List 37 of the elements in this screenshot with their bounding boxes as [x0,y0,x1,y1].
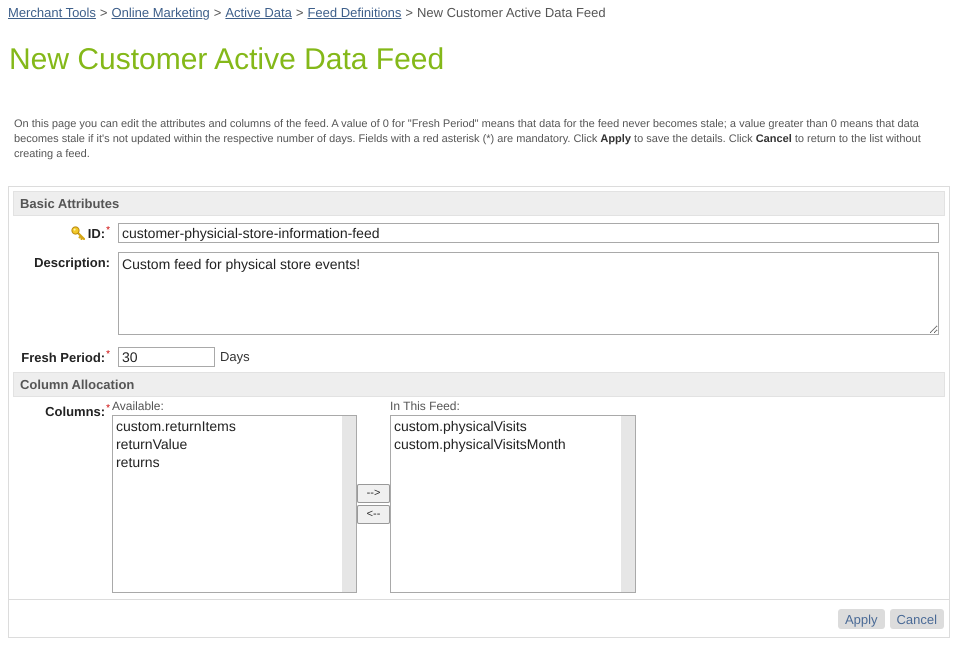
breadcrumb-separator: > [100,5,108,21]
text-area[interactable]: Custom feed for physical store events! [118,252,939,335]
list-option[interactable]: returnValue [113,435,342,453]
unit-label: Days [220,348,250,366]
text-input[interactable]: customer-physicial-store-information-feed [118,223,939,243]
breadcrumb-separator: > [214,5,222,21]
list-option[interactable]: custom.physicalVisitsMonth [391,435,621,453]
required-marker: * [106,404,110,414]
move-button[interactable]: --> [357,484,390,503]
list-caption: Available: [112,399,165,413]
list-option[interactable]: custom.returnItems [113,417,342,435]
required-marker: * [106,350,110,360]
list-caption: In This Feed: [390,399,461,413]
breadcrumb-link[interactable]: Active Data [225,5,292,21]
breadcrumb-link[interactable]: Online Marketing [112,5,210,21]
intro-text: On this page you can edit the attributes and columns of the feed. A value of 0 for "Fresh Period" means that data for the feed never becomes stale; a value greater than 0 means that data becomes stale if it's not updated within the respective number of days. Fields with a red asterisk (*) are mandatory. Click Apply to save the details. Click Cancel to return to the list without creating a feed. [14,117,922,162]
breadcrumb-current: New Customer Active Data Feed [417,5,606,21]
action-button[interactable]: Cancel [890,609,944,629]
breadcrumb-link[interactable]: Merchant Tools [8,5,96,21]
required-marker: * [106,226,110,236]
section-header: Column Allocation [13,372,945,397]
field-label: Fresh Period: [21,350,106,364]
action-button[interactable]: Apply [838,609,885,629]
field-label: Description: [34,255,110,270]
list-option[interactable]: custom.physicalVisits [391,417,621,435]
field-label: Columns: [45,404,106,419]
text-input[interactable]: 30 [118,347,215,367]
move-button[interactable]: <-- [357,505,390,524]
breadcrumb-separator: > [296,5,304,21]
breadcrumb-separator: > [405,5,414,21]
breadcrumb-link[interactable]: Feed Definitions [307,5,402,21]
section-header: Basic Attributes [13,191,945,216]
list-box[interactable]: custom.physicalVisits custom.physicalVisitsMonth [390,415,636,593]
page-title: New Customer Active Data Feed [9,43,446,77]
field-label: ID: [88,226,106,240]
list-option[interactable]: returns [113,453,342,471]
list-box[interactable]: custom.returnItems returnValue returns [112,415,357,593]
